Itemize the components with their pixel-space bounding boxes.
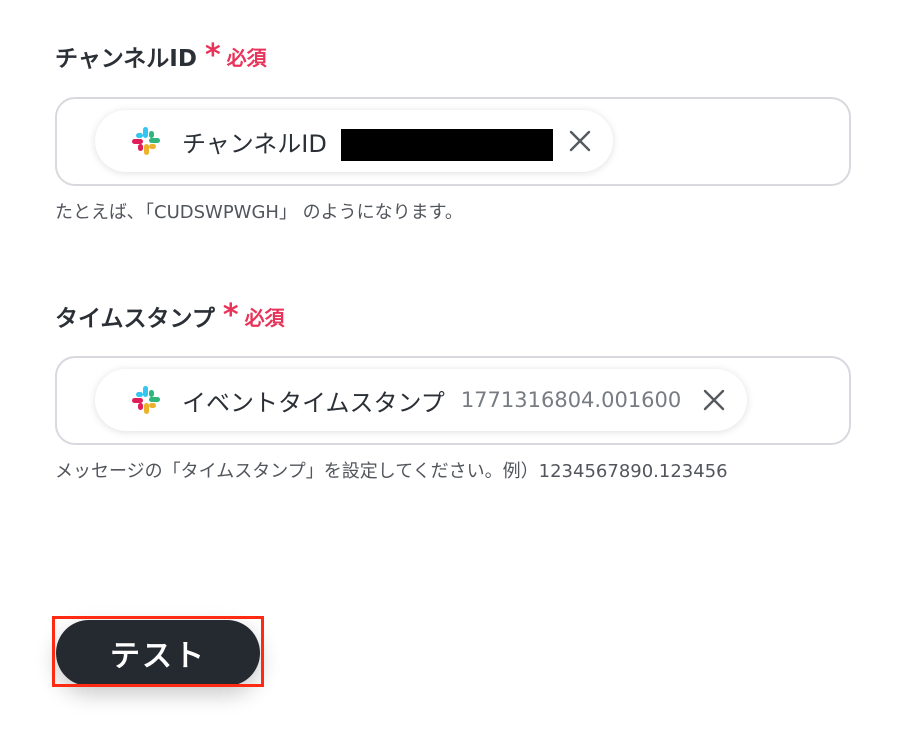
highlight-frame xyxy=(52,616,264,687)
close-icon[interactable] xyxy=(567,128,593,154)
channel-id-hint: たとえば､「CUDSWPWGH」 のようになります。 xyxy=(55,202,463,223)
timestamp-label-text: タイムスタンプ xyxy=(55,306,215,332)
timestamp-hint: メッセージの「タイムスタンプ」を設定してください。例）1234567890.12… xyxy=(55,461,728,482)
timestamp-input[interactable]: イベントタイムスタンプ 1771316804.001600 xyxy=(55,356,851,445)
channel-id-label: チャンネルID * 必須 xyxy=(55,39,267,73)
chip-label: チャンネルID xyxy=(182,129,327,158)
redacted-value xyxy=(340,129,553,161)
required-star: * xyxy=(204,38,221,73)
channel-id-label-text: チャンネルID xyxy=(55,46,197,72)
timestamp-chip[interactable]: イベントタイムスタンプ 1771316804.001600 xyxy=(95,369,748,431)
slack-icon xyxy=(132,127,160,155)
required-star: * xyxy=(222,298,239,333)
slack-icon xyxy=(132,386,160,414)
chip-label: イベントタイムスタンプ xyxy=(182,388,445,417)
required-text: 必須 xyxy=(244,305,285,330)
timestamp-label: タイムスタンプ * 必須 xyxy=(55,299,285,333)
required-text: 必須 xyxy=(226,45,267,70)
channel-id-chip[interactable]: チャンネルID xyxy=(95,110,613,172)
close-icon[interactable] xyxy=(701,387,727,413)
channel-id-input[interactable]: チャンネルID xyxy=(55,97,851,186)
chip-value: 1771316804.001600 xyxy=(460,388,682,412)
